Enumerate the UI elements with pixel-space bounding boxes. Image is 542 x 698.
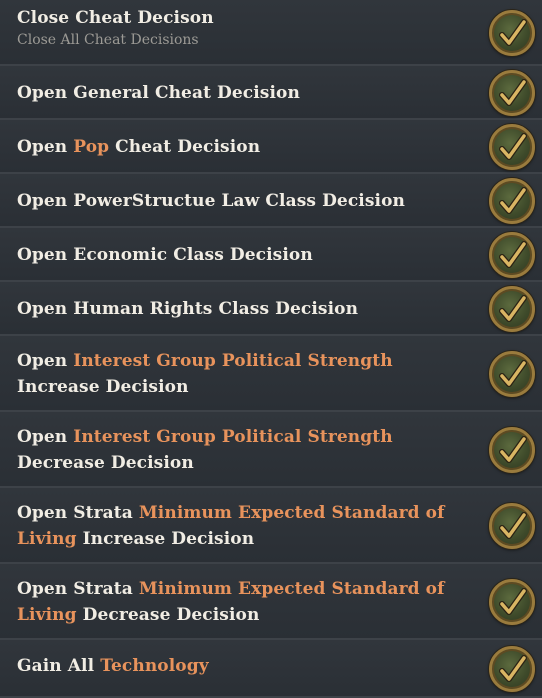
decision-text: Open General Cheat Decision [17, 80, 457, 106]
confirm-button[interactable] [489, 503, 535, 549]
confirm-button[interactable] [489, 427, 535, 473]
decision-title-part: Increase Decision [76, 529, 255, 549]
decision-title: Open Strata Minimum Expected Standard of… [17, 500, 457, 552]
decision-title-part: Open Economic Class Decision [17, 245, 313, 265]
checkmark-icon [499, 187, 527, 214]
decision-list: Close Cheat Decison Close All Cheat Decis… [0, 0, 542, 698]
confirm-button[interactable] [489, 70, 535, 116]
decision-title: Close Cheat Decison [17, 5, 457, 31]
decision-title: Gain All Technology [17, 653, 457, 679]
decision-title-part: Decrease Decision [17, 453, 194, 473]
decision-title-part: Open Human Rights Class Decision [17, 299, 359, 319]
decision-title-highlight: Interest Group Political Strength [73, 351, 393, 371]
checkmark-icon [499, 360, 527, 387]
decision-row[interactable]: Gain All Technology [0, 640, 542, 698]
checkmark-icon [499, 655, 527, 682]
decision-title-part: Open Strata [17, 579, 139, 599]
decision-title-part: Cheat Decision [109, 137, 261, 157]
confirm-button[interactable] [489, 351, 535, 397]
decision-text: Open Economic Class Decision [17, 242, 457, 268]
decision-text: Open PowerStructue Law Class Decision [17, 188, 457, 214]
decision-title: Open Human Rights Class Decision [17, 296, 457, 322]
decision-title-part: Open [17, 351, 74, 371]
decision-row[interactable]: Open Strata Minimum Expected Standard of… [0, 488, 542, 564]
confirm-button[interactable] [489, 178, 535, 224]
decision-text: Open Pop Cheat Decision [17, 134, 457, 160]
checkmark-icon [499, 588, 527, 615]
decision-text: Open Interest Group Political Strength D… [17, 424, 457, 476]
decision-title: Open Interest Group Political Strength I… [17, 348, 457, 400]
decision-row[interactable]: Open PowerStructue Law Class Decision [0, 174, 542, 228]
confirm-button[interactable] [489, 286, 535, 332]
decision-text: Close Cheat Decison Close All Cheat Decis… [17, 5, 457, 49]
decision-title-part: Open Strata [17, 503, 139, 523]
decision-title-part: Open [17, 427, 74, 447]
confirm-button[interactable] [489, 232, 535, 278]
decision-row[interactable]: Open Interest Group Political Strength D… [0, 412, 542, 488]
decision-text: Gain All Technology [17, 653, 457, 679]
checkmark-icon [499, 19, 527, 46]
confirm-button[interactable] [489, 579, 535, 625]
decision-title-part: Gain All [17, 656, 101, 676]
decision-subtitle: Close All Cheat Decisions [17, 32, 199, 48]
checkmark-icon [499, 295, 527, 322]
decision-title-highlight: Technology [100, 656, 209, 676]
decision-title-part: Open PowerStructue Law Class Decision [17, 191, 405, 211]
decision-title: Open Interest Group Political Strength D… [17, 424, 457, 476]
confirm-button[interactable] [489, 646, 535, 692]
decision-row[interactable]: Open Strata Minimum Expected Standard of… [0, 564, 542, 640]
confirm-button[interactable] [489, 124, 535, 170]
decision-text: Open Human Rights Class Decision [17, 296, 457, 322]
decision-row[interactable]: Open Economic Class Decision [0, 228, 542, 282]
decision-title-highlight: Pop [73, 137, 110, 157]
decision-row[interactable]: Open Human Rights Class Decision [0, 282, 542, 336]
checkmark-icon [499, 512, 527, 539]
checkmark-icon [499, 241, 527, 268]
decision-title: Open Strata Minimum Expected Standard of… [17, 576, 457, 628]
decision-title: Open General Cheat Decision [17, 80, 457, 106]
decision-row[interactable]: Open Interest Group Political Strength I… [0, 336, 542, 412]
confirm-button[interactable] [489, 10, 535, 56]
decision-text: Open Interest Group Political Strength I… [17, 348, 457, 400]
decision-text: Open Strata Minimum Expected Standard of… [17, 576, 457, 628]
decision-title-highlight: Interest Group Political Strength [73, 427, 393, 447]
decision-title-part: Decrease Decision [76, 605, 260, 625]
decision-text: Open Strata Minimum Expected Standard of… [17, 500, 457, 552]
decision-title: Open Economic Class Decision [17, 242, 457, 268]
decision-title-part: Increase Decision [17, 377, 189, 397]
decision-row[interactable]: Open General Cheat Decision [0, 66, 542, 120]
decision-row[interactable]: Open Pop Cheat Decision [0, 120, 542, 174]
decision-title: Open Pop Cheat Decision [17, 134, 457, 160]
decision-title-part: Close Cheat Decison [17, 8, 214, 28]
checkmark-icon [499, 79, 527, 106]
decision-title: Open PowerStructue Law Class Decision [17, 188, 457, 214]
checkmark-icon [499, 436, 527, 463]
decision-title-part: Open [17, 137, 74, 157]
checkmark-icon [499, 133, 527, 160]
decision-title-part: Open General Cheat Decision [17, 83, 300, 103]
decision-row[interactable]: Close Cheat Decison Close All Cheat Decis… [0, 0, 542, 66]
